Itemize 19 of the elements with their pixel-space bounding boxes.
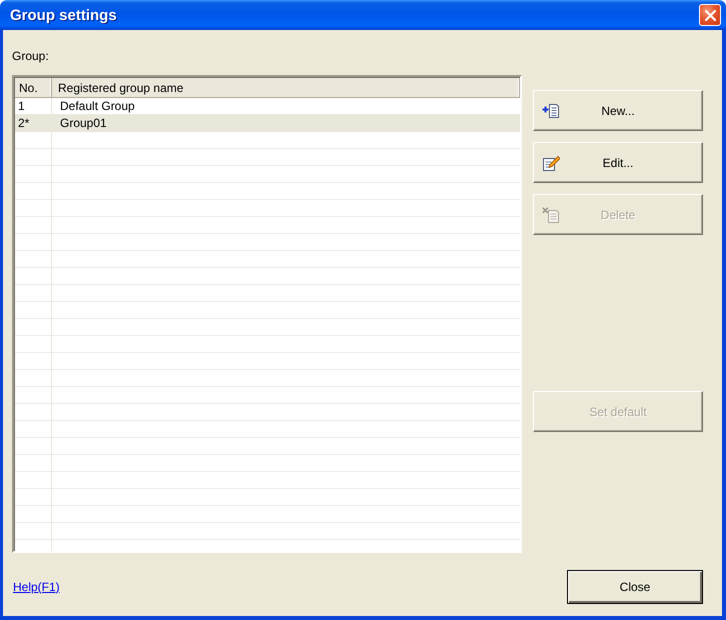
pencil-document-icon xyxy=(542,154,560,170)
list-label: Group: xyxy=(12,49,49,63)
table-cell-text: Group01 xyxy=(59,116,107,131)
list-row[interactable]: 1 Default Group xyxy=(15,98,520,115)
table-cell-text: 1 xyxy=(17,99,26,114)
table-cell-text: 2* xyxy=(17,116,30,131)
close-button[interactable] xyxy=(699,4,721,26)
table-cell-text: Default Group xyxy=(59,99,135,114)
close-icon xyxy=(704,10,716,20)
add-document-icon xyxy=(542,102,560,118)
column-header[interactable]: Registered group name xyxy=(52,78,520,97)
close-dialog-button[interactable]: Close xyxy=(567,570,703,604)
action-button[interactable]: Edit... xyxy=(533,142,703,183)
window-title: Group settings xyxy=(10,6,117,24)
action-button[interactable]: New... xyxy=(533,90,703,131)
list-row[interactable]: 2* Group01 xyxy=(15,115,520,132)
column-header[interactable]: No. xyxy=(15,78,52,97)
help-link[interactable]: Help(F1) xyxy=(13,580,60,594)
delete-document-icon xyxy=(542,206,560,222)
